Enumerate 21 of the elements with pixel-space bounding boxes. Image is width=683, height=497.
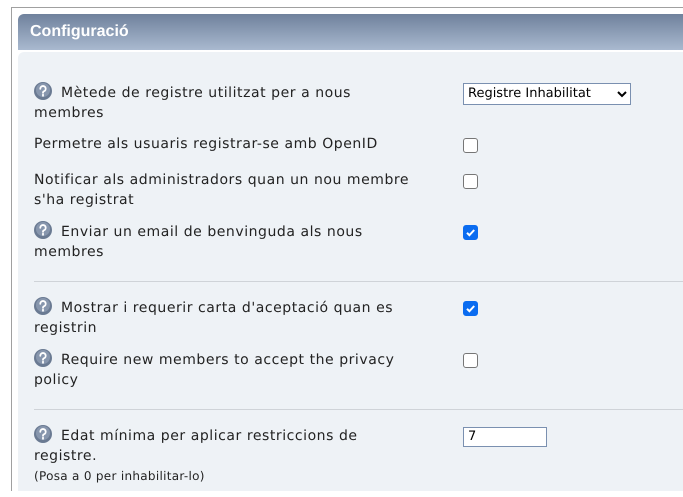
help-icon[interactable] bbox=[34, 221, 52, 239]
checkbox[interactable] bbox=[463, 225, 478, 240]
setting-label: Mostrar i requerir carta d'aceptació quan es registrin bbox=[34, 297, 420, 338]
checkbox[interactable] bbox=[463, 138, 478, 153]
setting-label: Notificar als administradors quan un nou membre s'ha registrat bbox=[34, 171, 410, 210]
setting-label: Edat mínima per aplicar restriccions de registre. bbox=[34, 425, 420, 466]
hint-text: (Posa a 0 per inhabilitar-lo) bbox=[34, 468, 206, 485]
setting-label: Permetre als usuaris registrar-se amb OpenID bbox=[34, 135, 379, 154]
checkbox[interactable] bbox=[463, 301, 478, 316]
age-input-field[interactable]: 7 bbox=[463, 426, 547, 446]
setting-label: Mètede de registre utilitzat per a nous membres bbox=[34, 82, 420, 123]
registration-method-dropdown[interactable]: Registre Inhabilitat bbox=[463, 82, 631, 104]
help-icon[interactable] bbox=[34, 297, 52, 315]
help-icon[interactable] bbox=[34, 82, 52, 100]
help-icon[interactable] bbox=[34, 349, 52, 367]
checkbox[interactable] bbox=[463, 174, 478, 189]
section-title: Configuració bbox=[30, 23, 129, 41]
checkbox[interactable] bbox=[463, 353, 478, 368]
setting-label: Require new members to accept the privacy policy bbox=[34, 349, 420, 390]
setting-label: Enviar un email de benvinguda als nous membres bbox=[34, 221, 420, 262]
help-icon[interactable] bbox=[34, 425, 52, 443]
